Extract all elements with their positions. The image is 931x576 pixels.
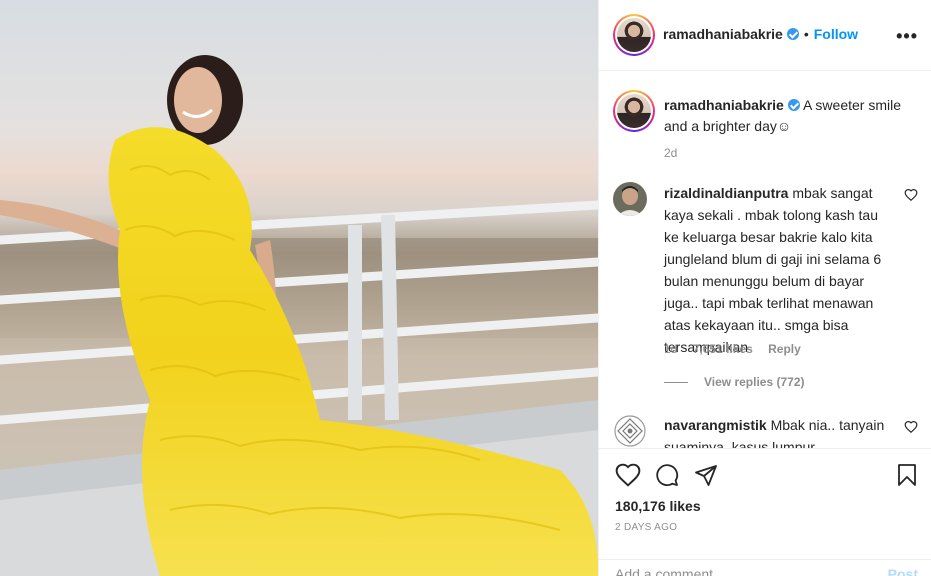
caption-time[interactable]: 2d	[664, 146, 677, 160]
comment-bubble-icon[interactable]	[655, 463, 679, 487]
verified-badge-icon	[786, 28, 799, 40]
caption-username[interactable]: ramadhaniabakrie	[664, 97, 784, 113]
caption-author-avatar[interactable]	[613, 90, 655, 132]
comment-item: rizaldinaldianputra mbak sangat kaya sek…	[613, 182, 918, 397]
post-comment-button[interactable]: Post	[888, 566, 918, 576]
commenter-avatar[interactable]	[613, 182, 647, 216]
author-line: ramadhaniabakrie • Follow	[663, 26, 858, 44]
comment-composer: Add a comment... Post	[599, 559, 931, 576]
author-username[interactable]: ramadhaniabakrie	[663, 26, 783, 42]
commenter-avatar[interactable]	[613, 414, 647, 448]
comment-text-block: navarangmistik Mbak nia.. tanyain suamin…	[664, 414, 894, 448]
like-heart-icon[interactable]	[615, 463, 641, 487]
post-header: ramadhaniabakrie • Follow •••	[599, 0, 931, 71]
post-actions-section: 180,176 likes 2 DAYS AGO Add a comment..…	[599, 448, 931, 576]
view-replies-label: View replies (772)	[704, 375, 805, 389]
photo-illustration	[0, 55, 598, 576]
reply-button[interactable]: Reply	[768, 342, 801, 356]
replies-divider	[664, 382, 688, 384]
comment-meta: 1d 7,651 likes Reply	[664, 342, 813, 356]
save-bookmark-icon[interactable]	[896, 463, 918, 487]
like-comment-heart-icon[interactable]	[904, 420, 918, 434]
view-replies-button[interactable]: View replies (772)	[664, 375, 805, 389]
posted-time[interactable]: 2 DAYS AGO	[615, 522, 677, 533]
comment-likes[interactable]: 7,651 likes	[693, 342, 753, 356]
instagram-post-view: ramadhaniabakrie • Follow ••• ramadhaniaba…	[0, 0, 931, 576]
comment-item: navarangmistik Mbak nia.. tanyain suamin…	[613, 414, 918, 448]
post-photo[interactable]	[0, 0, 598, 576]
verified-badge-icon	[787, 99, 800, 111]
commenter-username[interactable]: navarangmistik	[664, 417, 767, 433]
commenter-username[interactable]: rizaldinaldianputra	[664, 185, 788, 201]
comment-body: mbak sangat kaya sekali . mbak tolong ka…	[664, 185, 882, 355]
comment-time[interactable]: 1d	[664, 342, 677, 356]
post-details-panel: ramadhaniabakrie • Follow ••• ramadhaniaba…	[598, 0, 931, 576]
comment-text-block: rizaldinaldianputra mbak sangat kaya sek…	[664, 182, 894, 358]
like-comment-heart-icon[interactable]	[904, 188, 918, 202]
add-comment-input[interactable]: Add a comment...	[615, 566, 725, 576]
follow-button[interactable]: Follow	[814, 26, 858, 42]
caption-text-block: ramadhaniabakrie A sweeter smile and a b…	[664, 95, 914, 137]
share-paper-plane-icon[interactable]	[694, 463, 718, 487]
separator-dot: •	[803, 26, 809, 42]
likes-count[interactable]: 180,176 likes	[615, 498, 701, 514]
author-avatar[interactable]	[613, 14, 655, 56]
more-options-icon[interactable]: •••	[896, 26, 918, 47]
